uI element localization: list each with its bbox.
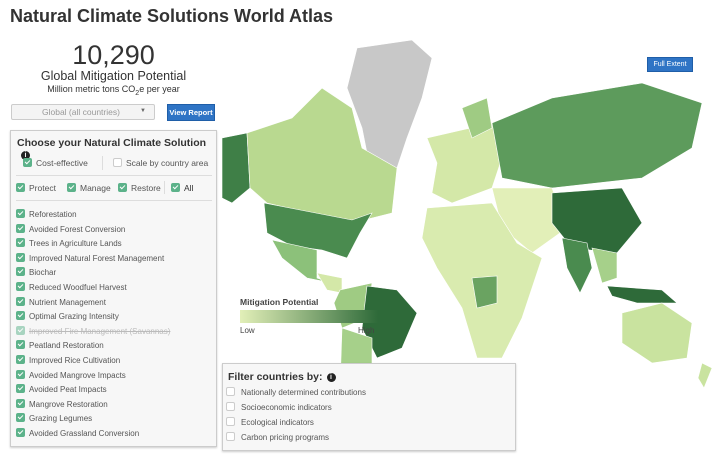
solution-checkbox[interactable]: Reforestation — [16, 209, 77, 219]
filter-ndc-checkbox[interactable]: Nationally determined contributions — [226, 387, 366, 397]
unit-label: Million metric tons CO2e per year — [47, 84, 180, 97]
country-europe — [426, 122, 503, 204]
checkbox-icon — [16, 238, 25, 248]
checkbox-icon — [113, 158, 122, 167]
solution-checkbox[interactable]: Peatland Restoration — [16, 340, 104, 350]
solution-checkbox[interactable]: Avoided Forest Conversion — [16, 223, 126, 234]
checkbox-icon — [16, 209, 25, 218]
country-central-america — [316, 272, 343, 294]
solution-label: Nutrient Management — [29, 297, 106, 307]
solution-checkbox[interactable]: Improved Fire Management (Savannas) — [16, 325, 171, 336]
filter-carbon-pricing-checkbox[interactable]: Carbon pricing programs — [226, 432, 329, 442]
filter-title: Filter countries by: i — [228, 371, 336, 383]
solution-checkbox[interactable]: Improved Natural Forest Management — [16, 252, 165, 263]
country-russia — [491, 82, 703, 189]
checkbox-icon — [16, 355, 25, 364]
map-legend: Mitigation Potential Low High — [240, 297, 380, 335]
info-icon[interactable]: i — [326, 373, 336, 382]
checkbox-icon — [16, 398, 25, 408]
checkbox-icon — [16, 223, 25, 233]
solution-checkbox[interactable]: Avoided Mangrove Impacts — [16, 369, 126, 380]
solution-checkbox[interactable]: Reduced Woodfuel Harvest — [16, 282, 127, 292]
solution-label: Avoided Grassland Conversion — [29, 429, 140, 438]
checkbox-icon — [23, 158, 32, 167]
solution-checkbox[interactable]: Improved Rice Cultivation — [16, 355, 120, 365]
checkbox-icon — [16, 296, 25, 306]
filter-panel: Filter countries by: i Nationally determi… — [222, 363, 516, 451]
solution-label: Biochar — [29, 268, 57, 278]
full-extent-button[interactable]: Full Extent — [647, 57, 693, 72]
checkbox-icon — [16, 428, 25, 437]
category-protect[interactable]: Protect — [16, 183, 56, 193]
legend-gradient — [240, 310, 378, 323]
global-mitigation-label: Global Mitigation Potential — [40, 69, 187, 83]
category-manage[interactable]: Manage — [67, 183, 111, 193]
region-select[interactable]: Global (all countries) ▼ — [11, 104, 155, 120]
solution-label: Improved Natural Forest Management — [29, 253, 165, 263]
checkbox-icon — [16, 311, 25, 321]
checkbox-icon — [16, 384, 25, 394]
checkbox-icon — [16, 369, 25, 379]
solution-label: Reduced Woodfuel Harvest — [29, 283, 127, 292]
solution-checkbox[interactable]: Mangrove Restoration — [16, 398, 108, 409]
solution-label: Improved Rice Cultivation — [29, 356, 121, 365]
checkbox-icon — [16, 325, 25, 335]
solution-label: Avoided Peat Impacts — [29, 385, 107, 395]
solution-label: Avoided Mangrove Impacts — [29, 370, 126, 380]
solution-checkbox[interactable]: Avoided Grassland Conversion — [16, 428, 139, 438]
solution-checkbox[interactable]: Grazing Legumes — [16, 413, 92, 423]
country-indonesia — [606, 285, 678, 304]
legend-title: Mitigation Potential — [240, 297, 319, 307]
checkbox-icon — [16, 413, 25, 423]
solution-checkbox[interactable]: Optimal Grazing Intensity — [16, 311, 119, 321]
page-title: Natural Climate Solutions World Atlas — [10, 6, 334, 26]
solution-label: Improved Fire Management (Savannas) — [29, 326, 171, 336]
cost-effective-checkbox[interactable]: Cost-effective — [23, 158, 88, 168]
country-alaska — [222, 132, 251, 204]
solution-checkbox[interactable]: Nutrient Management — [16, 296, 106, 307]
country-australia — [621, 302, 693, 364]
solution-checkbox[interactable]: Biochar — [16, 267, 56, 277]
country-southeast-asia — [591, 247, 618, 284]
solution-label: Reforestation — [29, 210, 77, 219]
checkbox-icon — [16, 340, 25, 350]
solution-label: Trees in Agriculture Lands — [29, 239, 122, 249]
checkbox-icon — [16, 282, 25, 291]
chevron-down-icon: ▼ — [140, 108, 146, 114]
category-all[interactable]: All — [171, 183, 193, 193]
category-restore[interactable]: Restore — [118, 183, 161, 193]
solution-panel: Choose your Natural Climate Solutioni Co… — [10, 130, 217, 447]
solution-label: Avoided Forest Conversion — [29, 224, 126, 234]
scale-by-area-checkbox[interactable]: Scale by country area — [113, 158, 208, 168]
solution-label: Mangrove Restoration — [29, 399, 108, 409]
global-mitigation-value: 10,290 — [72, 40, 155, 70]
solution-checkbox[interactable]: Avoided Peat Impacts — [16, 384, 107, 394]
filter-ecological-checkbox[interactable]: Ecological indicators — [226, 417, 314, 427]
filter-socioeconomic-checkbox[interactable]: Socioeconomic indicators — [226, 402, 332, 412]
solution-label: Optimal Grazing Intensity — [29, 312, 119, 322]
checkbox-icon — [16, 252, 25, 262]
solution-label: Grazing Legumes — [29, 414, 93, 424]
legend-high: High — [358, 326, 375, 335]
solution-checkbox[interactable]: Trees in Agriculture Lands — [16, 238, 122, 248]
solution-label: Peatland Restoration — [29, 341, 104, 351]
checkbox-icon — [16, 267, 25, 277]
view-report-button[interactable]: View Report — [167, 104, 215, 121]
legend-low: Low — [240, 326, 255, 335]
country-india — [561, 237, 593, 294]
country-new-zealand — [697, 362, 713, 389]
